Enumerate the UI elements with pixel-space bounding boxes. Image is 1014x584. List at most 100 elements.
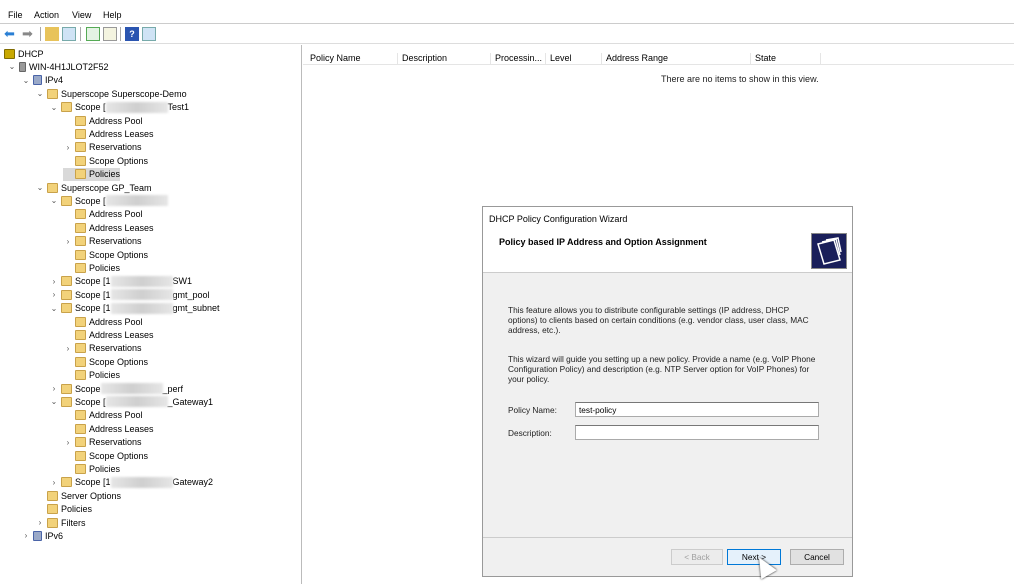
tree-node[interactable]: Scope Options (63, 355, 148, 368)
forward-icon[interactable]: ➡ (22, 27, 36, 41)
tree-node[interactable]: Address Leases (63, 221, 154, 234)
list-header: Policy Name Description Processin... Lev… (303, 48, 1014, 65)
tree-node[interactable]: Policies (63, 369, 120, 382)
tree-node[interactable]: Policies (63, 462, 120, 475)
chevron-down-icon[interactable]: ⌄ (35, 183, 45, 192)
column-processing-order[interactable]: Processin... (491, 53, 546, 65)
chevron-down-icon[interactable]: ⌄ (35, 89, 45, 98)
tree-node[interactable]: Policies (63, 261, 120, 274)
column-description[interactable]: Description (398, 53, 491, 65)
tree-node[interactable]: › Scope [1 SW1 (49, 275, 192, 288)
tree-node-label: Reservations (89, 437, 142, 448)
chevron-right-icon[interactable]: › (21, 531, 31, 540)
tree-node[interactable]: Address Leases (63, 422, 154, 435)
tree-node[interactable]: › Filters (35, 516, 86, 529)
column-level[interactable]: Level (546, 53, 602, 65)
tree-node[interactable]: ⌄ Scope [1 gmt_subnet (49, 302, 220, 315)
tree-node[interactable]: Policies (63, 167, 121, 181)
chevron-right-icon[interactable]: › (63, 344, 73, 353)
tree-node[interactable]: › Scope _perf (49, 382, 183, 395)
tree-node[interactable]: Scope Options (63, 248, 148, 261)
help-icon[interactable]: ? (125, 27, 139, 41)
tree-node[interactable]: Address Leases (63, 328, 154, 341)
tree-node[interactable]: Scope Options (63, 449, 148, 462)
tree-node[interactable]: Address Leases (63, 127, 154, 140)
folder-icon (75, 463, 86, 474)
chevron-right-icon[interactable]: › (49, 290, 59, 299)
chevron-down-icon[interactable]: ⌄ (49, 304, 59, 313)
wizard-title: DHCP Policy Configuration Wizard (489, 214, 628, 224)
folder-icon (75, 142, 86, 153)
folder-icon (47, 504, 58, 515)
tree-node-label: Filters (61, 517, 86, 528)
tree-node-label: Reservations (89, 142, 142, 153)
tree-node[interactable]: ⌄ Superscope Superscope-Demo (35, 87, 187, 100)
chevron-right-icon[interactable]: › (63, 143, 73, 152)
column-policy-name[interactable]: Policy Name (306, 53, 398, 65)
tree-node[interactable]: › Reservations (63, 141, 142, 154)
chevron-right-icon[interactable]: › (35, 518, 45, 527)
tree-node[interactable]: ⌄ Scope [ (49, 194, 168, 207)
tree-node[interactable]: Server Options (35, 489, 121, 502)
folder-icon (75, 370, 86, 381)
tree-node[interactable]: ⌄ Superscope GP_Team (35, 181, 152, 194)
tree-node[interactable]: DHCP (2, 47, 44, 60)
tree-node[interactable]: ⌄ IPv4 (21, 74, 63, 87)
chevron-right-icon[interactable]: › (49, 277, 59, 286)
tree-node-label: Scope Options (89, 450, 149, 461)
tree-node[interactable]: Policies (35, 503, 92, 516)
tree-node[interactable]: Address Pool (63, 208, 143, 221)
tree-node-label: IPv4 (45, 75, 64, 86)
chevron-right-icon[interactable]: › (49, 478, 59, 487)
column-state[interactable]: State (751, 53, 821, 65)
tree-node[interactable]: ⌄ Scope [Test1 (49, 101, 189, 114)
tree-node[interactable]: ⌄ Scope [_Gateway1 (49, 395, 213, 408)
tree-node-label: Server Options (61, 490, 122, 501)
tree-node[interactable]: › Reservations (63, 235, 142, 248)
cancel-button[interactable]: Cancel (790, 549, 844, 565)
chevron-down-icon[interactable]: ⌄ (49, 397, 59, 406)
tree-node[interactable]: › Scope [1 gmt_pool (49, 288, 210, 301)
chevron-right-icon[interactable]: › (49, 384, 59, 393)
tree-node[interactable]: Scope Options (63, 154, 148, 167)
export-list-icon[interactable] (103, 27, 117, 41)
tree-node-label: Address Pool (89, 209, 143, 220)
back-button[interactable]: < Back (671, 549, 723, 565)
chevron-down-icon[interactable]: ⌄ (7, 62, 17, 71)
tree-node[interactable]: ⌄ WIN-4H1JLOT2F52 (7, 60, 109, 73)
tree-node[interactable]: › Reservations (63, 342, 142, 355)
tree-node[interactable]: Address Pool (63, 114, 143, 127)
wizard-guide-text: This wizard will guide you setting up a … (508, 354, 816, 384)
empty-list-message: There are no items to show in this view. (661, 74, 819, 84)
folder-icon (75, 410, 86, 421)
refresh-icon[interactable] (86, 27, 100, 41)
redacted-address (110, 476, 173, 488)
tree-node-suffix: gmt_pool (172, 289, 210, 300)
tree-node[interactable]: › Scope [1 Gateway2 (49, 476, 213, 489)
menu-action[interactable]: Action (34, 10, 59, 20)
chevron-right-icon[interactable]: › (63, 237, 73, 246)
menu-view[interactable]: View (72, 10, 91, 20)
action-pane-icon[interactable] (142, 27, 156, 41)
folder-icon (47, 182, 58, 193)
chevron-down-icon[interactable]: ⌄ (21, 76, 31, 85)
description-input[interactable] (575, 425, 819, 440)
tree-node-suffix: Test1 (167, 102, 190, 113)
chevron-down-icon[interactable]: ⌄ (49, 103, 59, 112)
tree-node[interactable]: Address Pool (63, 409, 143, 422)
show-hide-tree-icon[interactable] (62, 27, 76, 41)
chevron-right-icon[interactable]: › (63, 438, 73, 447)
tree-node[interactable]: › IPv6 (21, 529, 63, 542)
tree-node[interactable]: › Reservations (63, 436, 142, 449)
menu-help[interactable]: Help (103, 10, 122, 20)
tree-node-label: IPv6 (45, 530, 64, 541)
redacted-address (105, 396, 168, 408)
policy-name-input[interactable] (575, 402, 819, 417)
folder-icon (75, 169, 86, 180)
column-address-range[interactable]: Address Range (602, 53, 751, 65)
menu-file[interactable]: File (8, 10, 23, 20)
tree-node[interactable]: Address Pool (63, 315, 143, 328)
back-icon[interactable]: ⬅ (4, 27, 18, 41)
up-folder-icon[interactable] (45, 27, 59, 41)
chevron-down-icon[interactable]: ⌄ (49, 196, 59, 205)
